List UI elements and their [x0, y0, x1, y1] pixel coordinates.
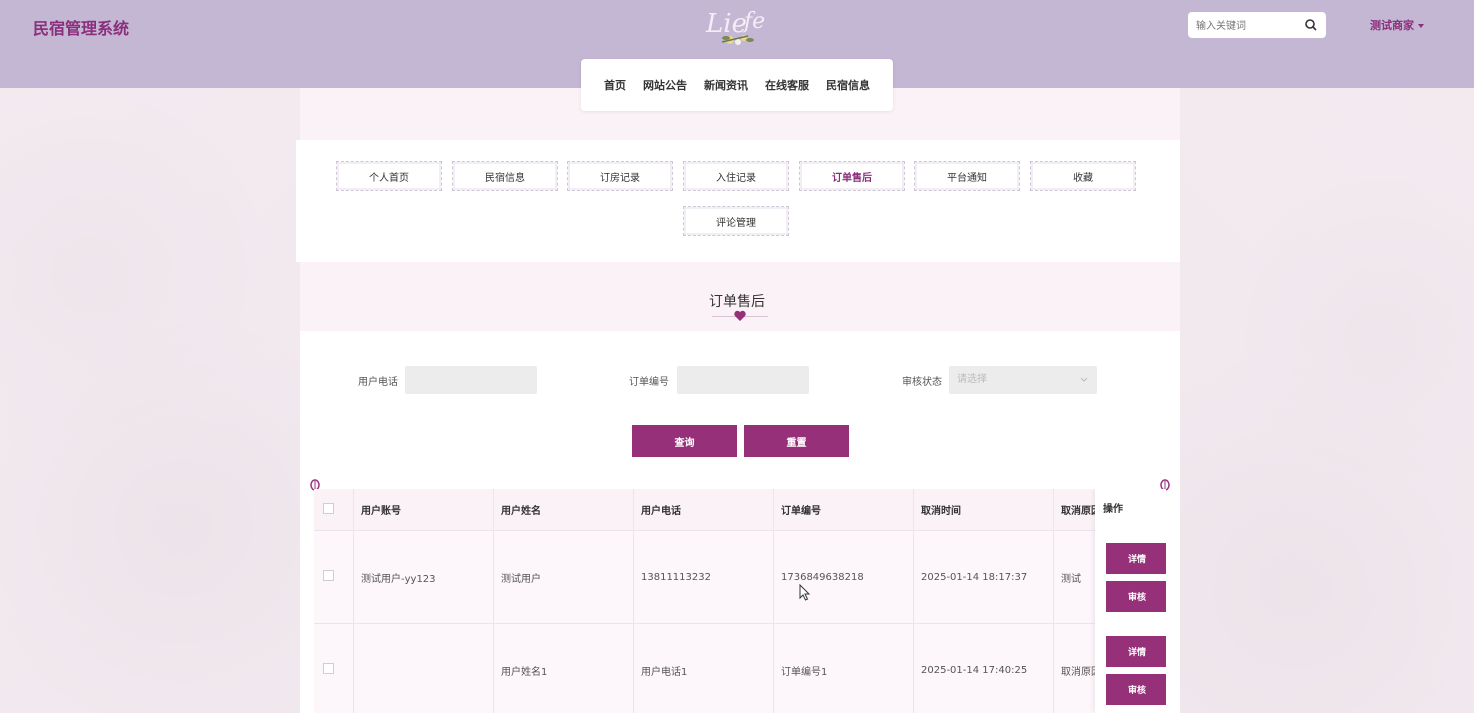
subnav-bookings[interactable]: 订房记录: [567, 161, 673, 191]
review-button[interactable]: 审核: [1106, 581, 1166, 612]
review-button[interactable]: 审核: [1106, 674, 1166, 705]
detail-button[interactable]: 详情: [1106, 543, 1166, 574]
status-select[interactable]: 请选择: [949, 366, 1097, 394]
subnav-notifications[interactable]: 平台通知: [914, 161, 1020, 191]
col-phone: 用户电话: [633, 489, 774, 531]
cell-name: 用户姓名1: [493, 623, 634, 713]
col-cancel-time: 取消时间: [913, 489, 1054, 531]
svg-text:Lie: Lie: [705, 9, 747, 39]
select-all-checkbox[interactable]: [323, 502, 334, 514]
col-order-no: 订单编号: [773, 489, 914, 531]
search-box: [1188, 12, 1326, 38]
cell-phone: 13811113232: [633, 530, 774, 624]
subnav-favorites[interactable]: 收藏: [1030, 161, 1136, 191]
table-header-row: 用户账号 用户姓名 用户电话 订单编号 取消时间 取消原因: [314, 489, 1109, 531]
col-name: 用户姓名: [493, 489, 634, 531]
search-icon[interactable]: [1304, 18, 1318, 32]
status-label: 审核状态: [902, 377, 942, 388]
detail-button[interactable]: 详情: [1106, 636, 1166, 667]
cell-cancel-time: 2025-01-14 18:17:37: [913, 530, 1054, 624]
subnav-profile[interactable]: 个人首页: [336, 161, 442, 191]
table: 用户账号 用户姓名 用户电话 订单编号 取消时间 取消原因 测试用户-yy123…: [314, 489, 1109, 713]
row-checkbox-cell: [314, 530, 354, 624]
search-input[interactable]: [1194, 16, 1298, 36]
page-title: 订单售后: [709, 294, 765, 310]
chevron-down-icon: [1080, 377, 1088, 382]
background-foliage-right: [1174, 88, 1474, 713]
nav-customer-service[interactable]: 在线客服: [765, 77, 809, 93]
subnav-after-sales[interactable]: 订单售后: [799, 161, 905, 191]
mouse-cursor-icon: [799, 584, 811, 601]
table-row[interactable]: 用户姓名1 用户电话1 订单编号1 2025-01-14 17:40:25 取消…: [314, 623, 1109, 713]
user-name: 测试商家: [1370, 19, 1414, 32]
cell-name: 测试用户: [493, 530, 634, 624]
row-checkbox-cell: [314, 623, 354, 713]
cell-cancel-time: 2025-01-14 17:40:25: [913, 623, 1054, 713]
col-account: 用户账号: [353, 489, 494, 531]
nav-announcements[interactable]: 网站公告: [643, 77, 687, 93]
orders-table: 用户账号 用户姓名 用户电话 订单编号 取消时间 取消原因 测试用户-yy123…: [314, 489, 1166, 713]
user-menu[interactable]: 测试商家: [1370, 17, 1424, 33]
reset-button[interactable]: 重置: [744, 425, 849, 457]
row-checkbox[interactable]: [323, 663, 334, 674]
subnav-homestay[interactable]: 民宿信息: [452, 161, 558, 191]
cell-order-no: 订单编号1: [773, 623, 914, 713]
heart-icon: [734, 310, 746, 321]
cell-account: [353, 623, 494, 713]
status-select-value: 请选择: [957, 374, 987, 385]
nav-homestay-info[interactable]: 民宿信息: [826, 77, 870, 93]
row-checkbox[interactable]: [323, 570, 334, 581]
logo-icon[interactable]: Lie fe: [700, 2, 775, 50]
background-foliage-left: [0, 88, 300, 713]
content-card: 用户电话 订单编号 审核状态 请选择 查询 重置 用户账号 用户姓名 用户电话 …: [300, 331, 1180, 713]
svg-text:fe: fe: [742, 9, 765, 34]
table-row[interactable]: 测试用户-yy123 测试用户 13811113232 173684963821…: [314, 530, 1109, 624]
select-all-cell: [314, 489, 354, 531]
nav-news[interactable]: 新闻资讯: [704, 77, 748, 93]
subnav-comments[interactable]: 评论管理: [683, 206, 789, 236]
cell-order-no: 1736849638218: [773, 530, 914, 624]
phone-label: 用户电话: [358, 377, 398, 388]
query-button[interactable]: 查询: [632, 425, 737, 457]
operations-column: 操作 详情 审核 详情 审核: [1095, 489, 1166, 713]
order-no-label: 订单编号: [629, 377, 669, 388]
col-operations: 操作: [1103, 504, 1123, 515]
cell-account: 测试用户-yy123: [353, 530, 494, 624]
cell-phone: 用户电话1: [633, 623, 774, 713]
nav-home[interactable]: 首页: [604, 77, 626, 93]
main-nav: 首页 网站公告 新闻资讯 在线客服 民宿信息: [581, 59, 893, 111]
caret-down-icon: [1418, 24, 1424, 28]
order-no-input[interactable]: [677, 366, 809, 394]
subnav-checkins[interactable]: 入住记录: [683, 161, 789, 191]
site-title[interactable]: 民宿管理系统: [33, 15, 129, 39]
phone-input[interactable]: [405, 366, 537, 394]
subnav-panel: [296, 140, 1180, 262]
